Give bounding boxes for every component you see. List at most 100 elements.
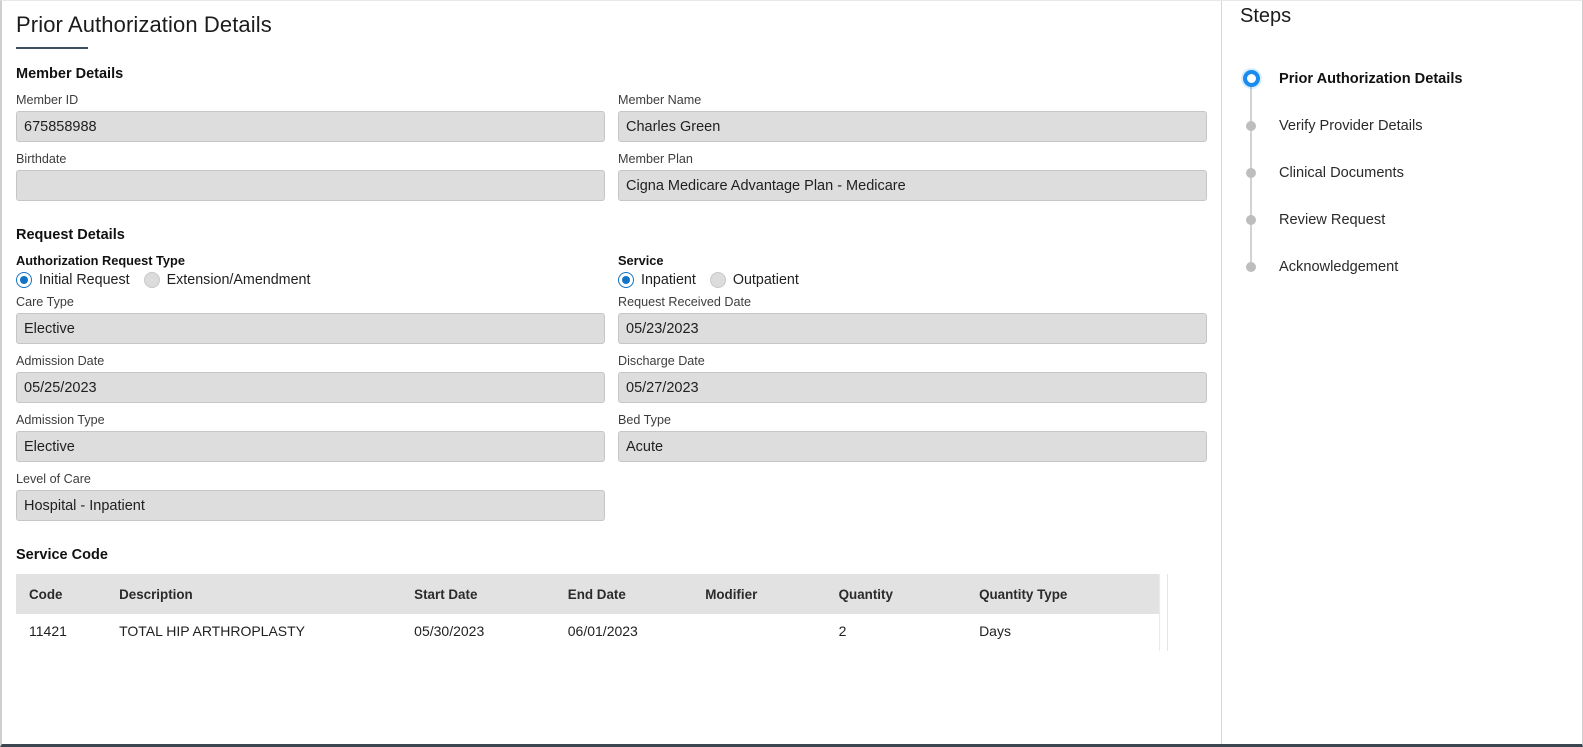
step-marker <box>1240 196 1262 267</box>
field-admission-type: Admission Type <box>16 412 605 462</box>
step-item-acknowledgement[interactable]: Acknowledgement <box>1240 243 1582 290</box>
prior-authorization-page: Prior Authorization Details Member Detai… <box>0 0 1583 747</box>
step-marker <box>1240 243 1262 290</box>
table-row[interactable]: 11421 TOTAL HIP ARTHROPLASTY 05/30/2023 … <box>16 614 1161 648</box>
field-admission-date: Admission Date <box>16 353 605 403</box>
admission-type-input[interactable] <box>16 431 605 462</box>
table-vertical-scrollbar[interactable] <box>1159 574 1168 651</box>
service-code-table-wrap: Code Description Start Date End Date Mod… <box>16 574 1168 651</box>
field-label-birthdate: Birthdate <box>16 152 67 166</box>
service-code-table: Code Description Start Date End Date Mod… <box>16 574 1161 648</box>
field-label-admission-date: Admission Date <box>16 354 105 368</box>
column-header-description: Description <box>119 574 415 614</box>
field-spacer <box>618 471 1207 530</box>
table-header-row: Code Description Start Date End Date Mod… <box>16 574 1161 614</box>
column-header-code: Code <box>16 574 120 614</box>
cell-start-date: 05/30/2023 <box>414 614 568 648</box>
admission-date-input[interactable] <box>16 372 605 403</box>
column-header-start-date: Start Date <box>414 574 568 614</box>
request-details-form: Authorization Request Type Initial Reque… <box>16 253 1221 530</box>
step-bullet-icon <box>1246 214 1256 225</box>
page-title: Prior Authorization Details <box>16 12 272 37</box>
step-label-verify-provider-details: Verify Provider Details <box>1279 117 1423 134</box>
radio-label-outpatient: Outpatient <box>732 272 799 288</box>
radio-inpatient[interactable]: Inpatient <box>618 272 696 288</box>
step-item-clinical-documents[interactable]: Clinical Documents <box>1240 149 1582 220</box>
field-label-request-received-date: Request Received Date <box>618 295 752 309</box>
member-plan-input[interactable] <box>618 170 1207 201</box>
step-bullet-icon <box>1246 167 1256 178</box>
field-bed-type: Bed Type <box>618 412 1207 462</box>
field-level-of-care: Level of Care <box>16 471 605 521</box>
step-item-review-request[interactable]: Review Request <box>1240 196 1582 267</box>
field-member-plan: Member Plan <box>618 151 1207 201</box>
service-radio-group: Service Inpatient Outpatient <box>618 253 1207 288</box>
cell-quantity-type: Days <box>979 614 1161 648</box>
field-birthdate: Birthdate <box>16 151 605 201</box>
steps-sidebar: Steps Prior Authorization Details Verify… <box>1222 1 1582 744</box>
radio-outpatient[interactable]: Outpatient <box>709 272 799 288</box>
step-label-review-request: Review Request <box>1279 211 1386 228</box>
step-bullet-icon <box>1246 120 1256 131</box>
field-label-admission-type: Admission Type <box>16 413 105 427</box>
step-label-acknowledgement: Acknowledgement <box>1279 258 1399 275</box>
field-member-id: Member ID <box>16 92 605 142</box>
steps-title: Steps <box>1240 5 1292 27</box>
field-label-care-type: Care Type <box>16 295 74 309</box>
main-content-pane: Prior Authorization Details Member Detai… <box>2 1 1221 744</box>
authorization-request-type-options: Initial Request Extension/Amendment <box>16 272 605 288</box>
column-header-end-date: End Date <box>567 574 706 614</box>
radio-button-icon-selected[interactable] <box>16 272 32 288</box>
birthdate-input[interactable] <box>16 170 605 201</box>
member-name-input[interactable] <box>618 111 1207 142</box>
field-label-member-name: Member Name <box>618 93 702 107</box>
authorization-request-type-label: Authorization Request Type <box>16 253 185 268</box>
step-label-prior-authorization-details: Prior Authorization Details <box>1279 70 1463 87</box>
member-details-heading: Member Details <box>16 66 124 82</box>
care-type-input[interactable] <box>16 313 605 344</box>
cell-end-date: 06/01/2023 <box>567 614 706 648</box>
step-marker <box>1240 102 1262 173</box>
radio-label-initial-request: Initial Request <box>39 272 130 288</box>
cell-modifier <box>705 614 839 648</box>
radio-extension-amendment[interactable]: Extension/Amendment <box>143 272 311 288</box>
step-item-verify-provider-details[interactable]: Verify Provider Details <box>1240 102 1582 173</box>
step-label-clinical-documents: Clinical Documents <box>1279 164 1404 181</box>
field-label-member-plan: Member Plan <box>618 152 693 166</box>
cell-description: TOTAL HIP ARTHROPLASTY <box>119 614 415 648</box>
service-code-heading: Service Code <box>16 547 108 563</box>
column-header-quantity-type: Quantity Type <box>979 574 1161 614</box>
field-care-type: Care Type <box>16 294 605 344</box>
radio-button-icon-unselected[interactable] <box>143 272 160 288</box>
member-id-input[interactable] <box>16 111 605 142</box>
service-code-table-head: Code Description Start Date End Date Mod… <box>16 574 1161 614</box>
cell-quantity: 2 <box>838 614 980 648</box>
radio-initial-request[interactable]: Initial Request <box>16 272 130 288</box>
step-item-prior-authorization-details[interactable]: Prior Authorization Details <box>1240 55 1582 126</box>
field-discharge-date: Discharge Date <box>618 353 1207 403</box>
field-label-discharge-date: Discharge Date <box>618 354 705 368</box>
field-label-bed-type: Bed Type <box>618 413 671 427</box>
discharge-date-input[interactable] <box>618 372 1207 403</box>
authorization-request-type-group: Authorization Request Type Initial Reque… <box>16 253 605 288</box>
column-header-quantity: Quantity <box>838 574 980 614</box>
step-bullet-active-icon <box>1242 70 1260 87</box>
step-bullet-icon <box>1246 261 1256 272</box>
cell-code: 11421 <box>16 614 120 648</box>
radio-button-icon-unselected[interactable] <box>709 272 726 288</box>
field-request-received-date: Request Received Date <box>618 294 1207 344</box>
field-member-name: Member Name <box>618 92 1207 142</box>
bed-type-input[interactable] <box>618 431 1207 462</box>
member-details-form: Member ID Member Name Birthdate Member P… <box>16 92 1221 210</box>
service-options: Inpatient Outpatient <box>618 272 1207 288</box>
request-received-date-input[interactable] <box>618 313 1207 344</box>
field-label-member-id: Member ID <box>16 93 79 107</box>
radio-button-icon-selected[interactable] <box>618 272 634 288</box>
level-of-care-input[interactable] <box>16 490 605 521</box>
title-underline-rule <box>16 47 88 49</box>
service-code-table-body: 11421 TOTAL HIP ARTHROPLASTY 05/30/2023 … <box>16 614 1161 648</box>
column-header-modifier: Modifier <box>705 574 839 614</box>
radio-label-extension-amendment: Extension/Amendment <box>166 272 311 288</box>
field-label-level-of-care: Level of Care <box>16 472 91 486</box>
step-marker <box>1240 149 1262 220</box>
